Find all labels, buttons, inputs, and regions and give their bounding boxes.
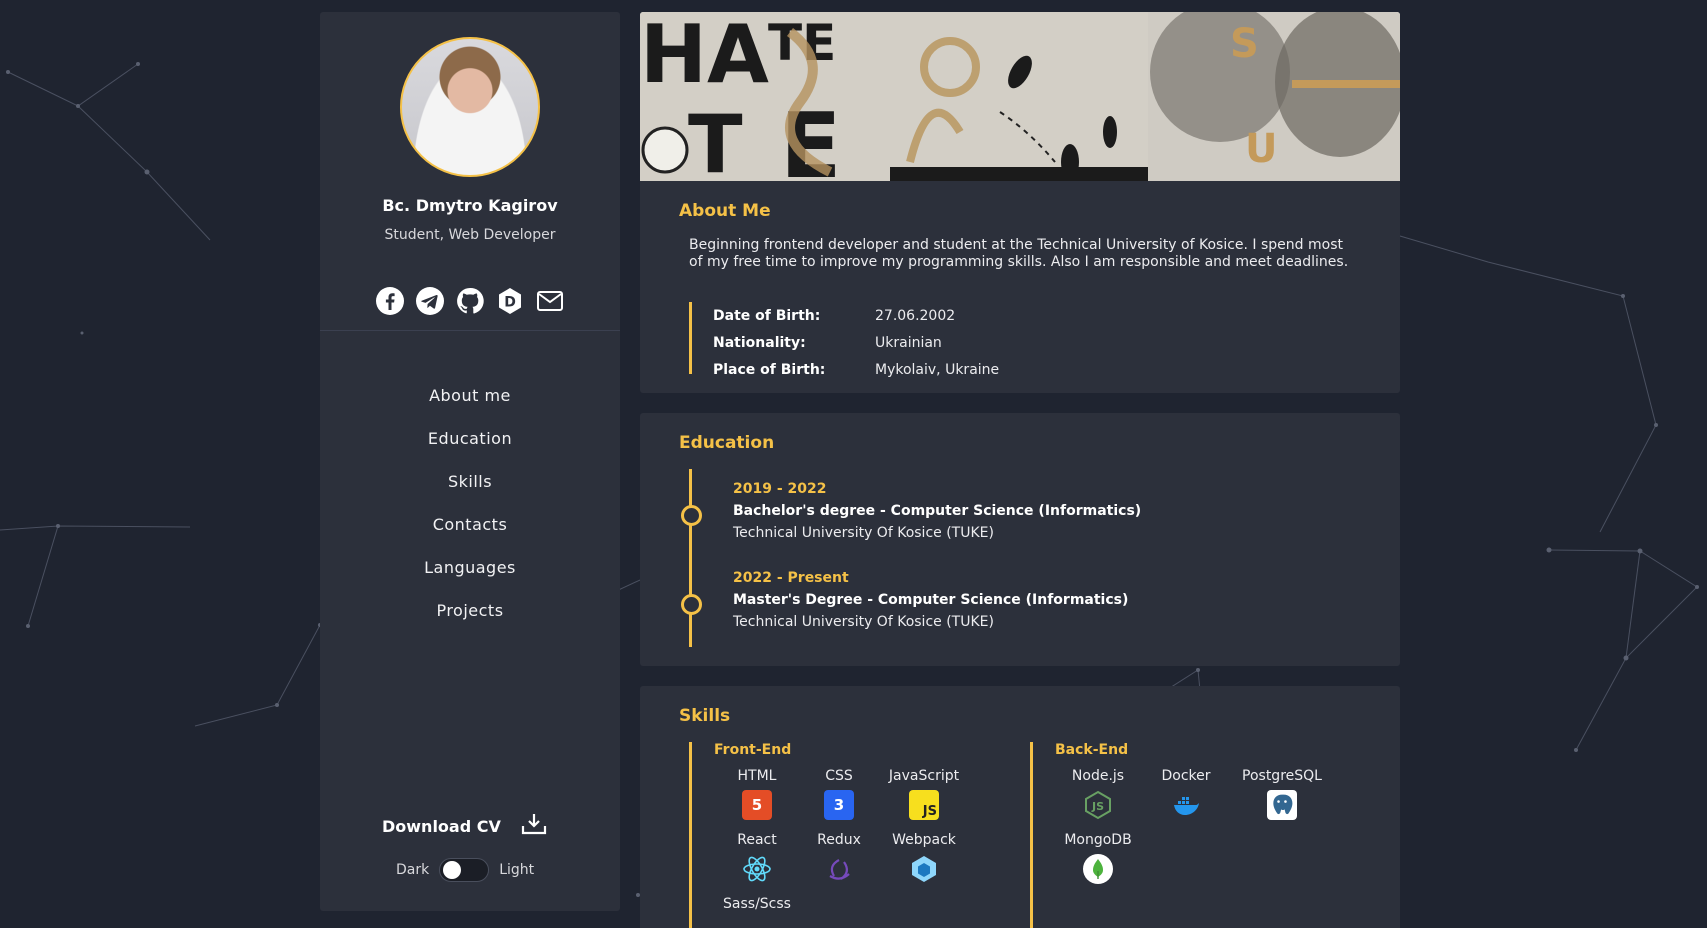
frontend-skills: Front-End HTML 5 CSS 3 JavaScript JS Rea… xyxy=(689,742,1009,928)
nav-item-education[interactable]: Education xyxy=(320,417,620,460)
fact-label: Date of Birth: xyxy=(713,307,821,324)
dev-icon[interactable]: D xyxy=(495,286,525,316)
facebook-icon[interactable] xyxy=(375,286,405,316)
mail-icon[interactable] xyxy=(535,286,565,316)
html5-icon: 5 xyxy=(742,790,772,820)
social-links: D xyxy=(375,286,565,316)
nav-item-projects[interactable]: Projects xyxy=(320,589,620,632)
download-cv-label: Download CV xyxy=(382,816,501,836)
skills-title: Skills xyxy=(679,706,731,726)
personal-facts: Date of Birth: 27.06.2002 Nationality: U… xyxy=(689,302,999,378)
skill-name: JavaScript xyxy=(888,768,960,784)
frontend-title: Front-End xyxy=(714,742,792,758)
profile-name: Bc. Dmytro Kagirov xyxy=(382,196,558,215)
fact-value: 27.06.2002 xyxy=(875,307,956,324)
telegram-icon[interactable] xyxy=(415,286,445,316)
skill-mongodb: MongoDB xyxy=(1053,830,1143,884)
svg-text:T: T xyxy=(688,98,743,181)
redux-icon xyxy=(824,854,854,884)
skill-name: Sass/Scss xyxy=(723,896,791,912)
download-cv-button[interactable]: Download CV xyxy=(382,812,547,840)
nav-item-skills[interactable]: Skills xyxy=(320,460,620,503)
svg-text:S: S xyxy=(1230,21,1259,67)
svg-text:U: U xyxy=(1245,126,1277,172)
about-title: About Me xyxy=(679,201,771,221)
skill-name: React xyxy=(737,832,777,848)
skill-css: CSS 3 xyxy=(794,766,884,820)
education-section: Education 2019 - 2022 Bachelor's degree … xyxy=(640,413,1400,666)
fact-label: Place of Birth: xyxy=(713,361,826,378)
education-item: 2022 - Present Master's Degree - Compute… xyxy=(733,567,1128,633)
skills-section: Skills Front-End HTML 5 CSS 3 JavaScript… xyxy=(640,686,1400,928)
education-degree: Master's Degree - Computer Science (Info… xyxy=(733,592,1129,608)
webpack-icon xyxy=(909,854,939,884)
fact-row: Place of Birth: Mykolaiv, Ukraine xyxy=(713,356,999,383)
timeline-dot xyxy=(681,505,702,526)
fact-value: Ukrainian xyxy=(875,334,942,351)
about-text: Beginning frontend developer and student… xyxy=(689,237,1349,270)
timeline-dot xyxy=(681,594,702,615)
profile-role: Student, Web Developer xyxy=(384,227,556,243)
timeline-line xyxy=(689,469,692,647)
skill-name: MongoDB xyxy=(1064,832,1132,848)
avatar xyxy=(400,37,540,177)
svg-text:JS: JS xyxy=(1091,800,1104,813)
skill-html: HTML 5 xyxy=(712,766,802,820)
education-title: Education xyxy=(679,433,775,453)
profile-card: Bc. Dmytro Kagirov Student, Web Develope… xyxy=(320,12,620,331)
skill-name: Docker xyxy=(1161,768,1211,784)
fact-row: Date of Birth: 27.06.2002 xyxy=(713,302,999,329)
skill-postgresql: PostgreSQL xyxy=(1237,766,1327,820)
education-date: 2019 - 2022 xyxy=(733,481,827,497)
education-degree: Bachelor's degree - Computer Science (In… xyxy=(733,503,1142,519)
education-school: Technical University Of Kosice (TUKE) xyxy=(733,614,994,630)
skill-sass: Sass/Scss xyxy=(712,894,802,914)
toggle-knob xyxy=(443,861,462,879)
banner-image: HA T TE E S U xyxy=(640,12,1400,181)
sidebar: Bc. Dmytro Kagirov Student, Web Develope… xyxy=(320,12,620,911)
sidebar-nav: About me Education Skills Contacts Langu… xyxy=(320,374,620,632)
react-icon xyxy=(742,854,772,884)
fact-label: Nationality: xyxy=(713,334,806,351)
backend-skills: Back-End Node.js JS Docker PostgreSQL Mo… xyxy=(1030,742,1360,928)
svg-text:D: D xyxy=(504,295,516,311)
nav-item-contacts[interactable]: Contacts xyxy=(320,503,620,546)
fact-value: Mykolaiv, Ukraine xyxy=(875,361,1000,378)
javascript-icon: JS xyxy=(909,790,939,820)
nav-item-about[interactable]: About me xyxy=(320,374,620,417)
fact-row: Nationality: Ukrainian xyxy=(713,329,999,356)
skill-name: CSS xyxy=(825,768,853,784)
download-icon xyxy=(521,812,547,840)
postgresql-icon xyxy=(1267,790,1297,820)
skill-name: Webpack xyxy=(892,832,956,848)
education-date: 2022 - Present xyxy=(733,570,849,586)
skill-docker: Docker xyxy=(1141,766,1231,820)
nodejs-icon: JS xyxy=(1083,790,1113,820)
skill-javascript: JavaScript JS xyxy=(879,766,969,820)
theme-dark-label: Dark xyxy=(396,862,430,878)
skill-name: Redux xyxy=(817,832,861,848)
theme-switcher: Dark Light xyxy=(396,858,534,882)
skill-redux: Redux xyxy=(794,830,884,884)
skill-webpack: Webpack xyxy=(879,830,969,884)
theme-light-label: Light xyxy=(499,862,535,878)
skill-name: HTML xyxy=(737,768,777,784)
education-school: Technical University Of Kosice (TUKE) xyxy=(733,525,994,541)
skill-react: React xyxy=(712,830,802,884)
nav-item-languages[interactable]: Languages xyxy=(320,546,620,589)
skill-name: PostgreSQL xyxy=(1242,768,1322,784)
education-item: 2019 - 2022 Bachelor's degree - Computer… xyxy=(733,478,1141,544)
css3-icon: 3 xyxy=(824,790,854,820)
mongodb-icon xyxy=(1083,854,1113,884)
docker-icon xyxy=(1171,790,1201,820)
skill-name: Node.js xyxy=(1071,768,1125,784)
theme-toggle[interactable] xyxy=(439,858,490,882)
backend-title: Back-End xyxy=(1055,742,1129,758)
skill-nodejs: Node.js JS xyxy=(1053,766,1143,820)
about-section: HA T TE E S U About Me Beginning fronten… xyxy=(640,12,1400,393)
github-icon[interactable] xyxy=(455,286,485,316)
svg-text:HA: HA xyxy=(640,12,769,101)
